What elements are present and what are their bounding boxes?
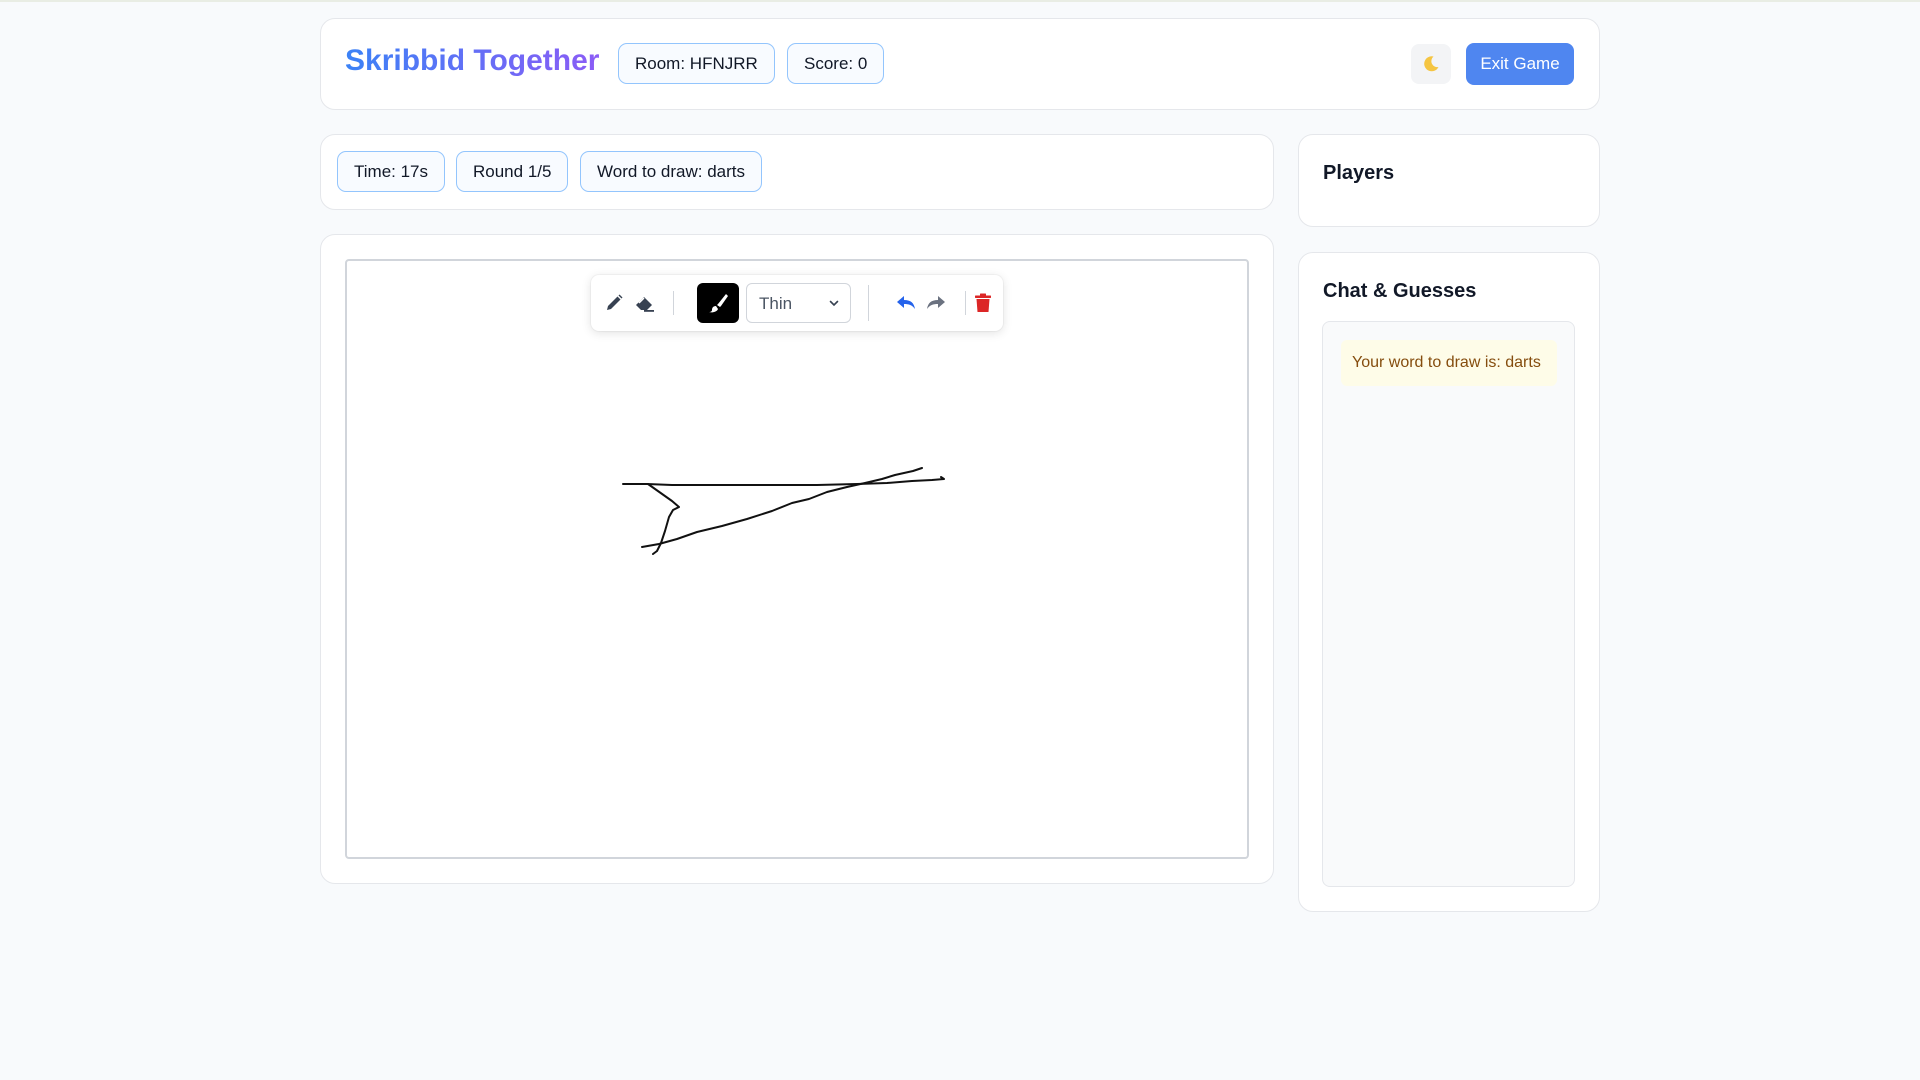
players-title: Players (1323, 162, 1395, 184)
theme-toggle-button[interactable] (1411, 44, 1451, 84)
undo-button[interactable] (892, 289, 920, 317)
round-badge: Round 1/5 (456, 151, 569, 192)
moon-icon (1424, 56, 1439, 72)
exit-game-button[interactable]: Exit Game (1466, 43, 1574, 85)
system-message: Your word to draw is: darts (1341, 340, 1557, 386)
brush-size-select[interactable]: Thin (746, 283, 851, 323)
pencil-icon (607, 294, 623, 310)
brush-color-button[interactable] (697, 283, 739, 323)
brush-size-value: Thin (759, 294, 793, 313)
top-border (0, 0, 1920, 2)
toolbar-divider (965, 291, 966, 315)
app-title: Skribbid Together (345, 44, 600, 77)
brush-icon (709, 294, 728, 313)
word-badge: Word to draw: darts (580, 151, 763, 192)
redo-icon (927, 296, 945, 309)
eraser-icon (636, 297, 654, 312)
score-badge: Score: 0 (787, 43, 885, 84)
toolbar-divider (673, 291, 674, 315)
drawing-canvas[interactable] (345, 259, 1249, 859)
clear-canvas-button[interactable] (969, 289, 997, 317)
drawing-toolbar: Thin (591, 275, 1003, 331)
chat-messages[interactable]: Your word to draw is: darts (1322, 321, 1575, 887)
chevron-down-icon (829, 300, 839, 307)
pencil-tool-button[interactable] (600, 289, 628, 317)
user-drawing (622, 467, 945, 555)
chat-title: Chat & Guesses (1323, 280, 1477, 302)
eraser-tool-button[interactable] (631, 289, 659, 317)
undo-icon (897, 296, 915, 309)
trash-icon (975, 293, 991, 312)
room-code-badge: Room: HFNJRR (618, 43, 775, 84)
toolbar-divider (868, 285, 869, 321)
timer-badge: Time: 17s (337, 151, 446, 192)
redo-button[interactable] (922, 289, 950, 317)
